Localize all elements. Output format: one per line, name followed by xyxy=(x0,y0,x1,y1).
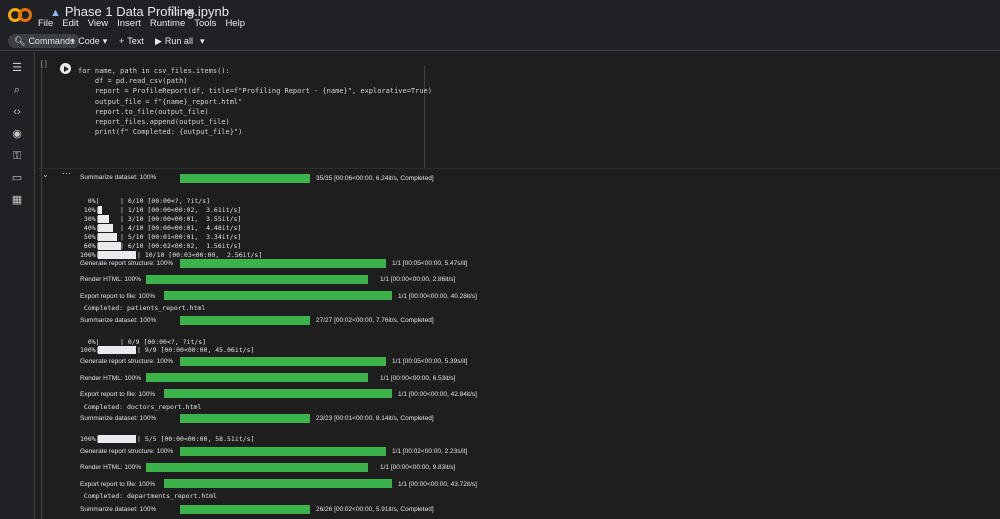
completed-message: Completed: patients_report.html xyxy=(80,304,206,312)
progress-stat: 1/1 [00:00<00:00, 6.53it/s] xyxy=(380,375,456,382)
progress-label: 0%| xyxy=(80,197,100,205)
progress-label: 100%| xyxy=(80,251,100,259)
colab-logo-icon[interactable] xyxy=(8,6,32,24)
progress-summarize-1: Summarize dataset: 100% xyxy=(80,174,157,181)
collapse-output-icon[interactable]: ⌄ xyxy=(42,170,49,179)
progress-stat: | 1/10 [00:00<00:02, 3.61it/s] xyxy=(120,206,242,214)
cell-border xyxy=(41,60,42,519)
progress-generate-2: Generate report structure: 100% xyxy=(80,358,174,365)
progress-bar xyxy=(180,357,386,366)
menu-file[interactable]: File xyxy=(38,18,53,29)
progress-render-2: Render HTML: 100% xyxy=(80,375,142,382)
progress-bar xyxy=(180,174,310,183)
progress-stat: 1/1 [00:05<00:00, 5.39s/it] xyxy=(392,358,468,365)
cell-output: Summarize dataset: 100% 35/35 [00:06<00:… xyxy=(80,0,1000,519)
progress-label: 60%| xyxy=(80,242,100,250)
progress-bar xyxy=(180,316,310,325)
progress-label: 100%| xyxy=(80,346,100,354)
table-of-contents-icon[interactable]: ☰ xyxy=(11,62,23,74)
find-icon[interactable]: ⌕ xyxy=(11,84,23,96)
progress-label: 10%| xyxy=(80,206,100,214)
cell-bracket: [ ] xyxy=(41,61,47,68)
progress-fill xyxy=(98,206,102,214)
progress-fill xyxy=(98,242,121,250)
progress-render-3: Render HTML: 100% xyxy=(80,464,142,471)
progress-bar xyxy=(180,414,310,423)
progress-stat: 1/1 [00:02<00:00, 2.23s/it] xyxy=(392,448,468,455)
code-snippets-icon[interactable]: ‹› xyxy=(11,106,23,118)
progress-export-1: Export report to file: 100% xyxy=(80,293,156,300)
progress-generate-1: Generate report structure: 100% xyxy=(80,260,174,267)
progress-stat: 1/1 [00:00<00:00, 42.84it/s] xyxy=(398,391,477,398)
progress-stat: | 6/10 [00:02<00:02, 1.56it/s] xyxy=(120,242,242,250)
progress-stat: 1/1 [00:05<00:00, 5.47s/it] xyxy=(392,260,468,267)
run-cell-button[interactable] xyxy=(60,63,71,74)
plus-icon: + xyxy=(70,36,76,46)
progress-stat: 23/23 [00:01<00:00, 8.14it/s, Completed] xyxy=(316,415,434,422)
progress-stat: | 9/9 [00:00<00:00, 45.06it/s] xyxy=(137,346,255,354)
progress-fill xyxy=(98,224,113,232)
progress-bar xyxy=(180,447,386,456)
progress-fill xyxy=(98,215,109,223)
progress-summarize-4: Summarize dataset: 100% xyxy=(80,506,157,513)
progress-bar xyxy=(180,259,386,268)
progress-bar xyxy=(146,275,368,284)
progress-stat: | 0/10 [00:00<?, ?it/s] xyxy=(120,197,211,205)
progress-stat: 27/27 [00:02<00:00, 7.76it/s, Completed] xyxy=(316,317,434,324)
progress-stat: 35/35 [00:06<00:00, 6.24it/s, Completed] xyxy=(316,175,434,182)
progress-summarize-3: Summarize dataset: 100% xyxy=(80,415,157,422)
progress-export-3: Export report to file: 100% xyxy=(80,481,156,488)
output-menu-icon[interactable]: ⋯ xyxy=(62,168,71,179)
progress-stat: 1/1 [00:00<00:00, 43.72it/s] xyxy=(398,481,477,488)
progress-stat: 1/1 [00:00<00:00, 2.86it/s] xyxy=(380,276,456,283)
progress-summarize-2: Summarize dataset: 100% xyxy=(80,317,157,324)
progress-bar xyxy=(180,505,310,514)
completed-message: Completed: departments_report.html xyxy=(80,492,217,500)
progress-label: 30%| xyxy=(80,215,100,223)
progress-stat: | 5/10 [00:01<00:01, 3.34it/s] xyxy=(120,233,242,241)
progress-generate-3: Generate report structure: 100% xyxy=(80,448,174,455)
progress-stat: | 10/10 [00:03<00:00, 2.56it/s] xyxy=(137,251,263,259)
progress-label: 0%| xyxy=(80,338,100,346)
progress-bar xyxy=(146,373,368,382)
progress-fill xyxy=(98,346,136,354)
secrets-icon[interactable]: ⚿ xyxy=(11,150,23,162)
left-sidebar: ☰ ⌕ ‹› ◉ ⚿ ▭ ▦ xyxy=(0,52,35,519)
progress-label: 50%| xyxy=(80,233,100,241)
progress-bar xyxy=(164,389,392,398)
progress-stat: | 3/10 [00:00<00:01, 3.55it/s] xyxy=(120,215,242,223)
progress-fill xyxy=(98,233,117,241)
progress-bar xyxy=(164,479,392,488)
terminal-icon[interactable]: ▦ xyxy=(11,194,23,206)
progress-bar xyxy=(146,463,368,472)
progress-render-1: Render HTML: 100% xyxy=(80,276,142,283)
completed-message: Completed: doctors_report.html xyxy=(80,403,202,411)
progress-label: 40%| xyxy=(80,224,100,232)
progress-label: 100%| xyxy=(80,435,100,443)
progress-stat: 1/1 [00:00<00:00, 9.83it/s] xyxy=(380,464,456,471)
search-icon: 🔍︎ xyxy=(14,35,26,46)
progress-bar xyxy=(164,291,392,300)
menu-edit[interactable]: Edit xyxy=(62,18,78,29)
variables-icon[interactable]: ◉ xyxy=(11,128,23,140)
progress-stat: | 0/9 [00:00<?, ?it/s] xyxy=(120,338,207,346)
progress-fill xyxy=(98,435,136,443)
progress-fill xyxy=(98,251,136,259)
progress-stat: | 4/10 [00:00<00:01, 4.48it/s] xyxy=(120,224,242,232)
files-icon[interactable]: ▭ xyxy=(11,172,23,184)
progress-stat: 26/26 [00:02<00:00, 5.91it/s, Completed] xyxy=(316,506,434,513)
progress-stat: | 5/5 [00:00<00:00, 58.51it/s] xyxy=(137,435,255,443)
progress-export-2: Export report to file: 100% xyxy=(80,391,156,398)
progress-stat: 1/1 [00:00<00:00, 40.28it/s] xyxy=(398,293,477,300)
